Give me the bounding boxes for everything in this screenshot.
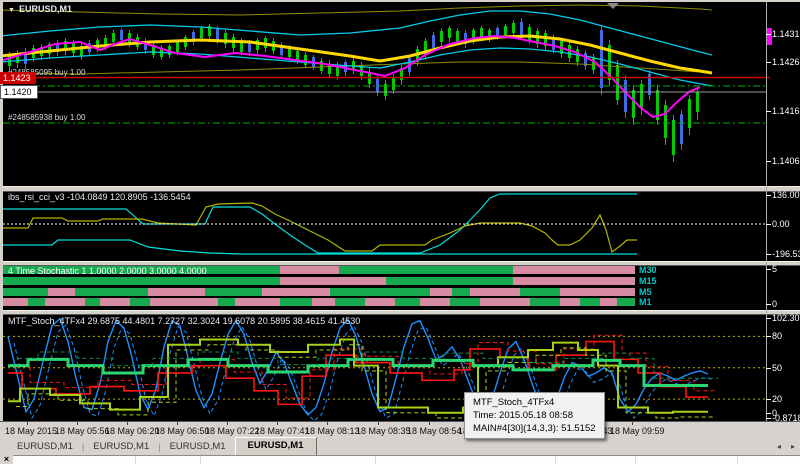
tab-scroll-left-button[interactable]: ◂ [777, 442, 781, 451]
timeframe-row-label: M5 [639, 287, 652, 297]
price-axis-label: 1.1426 [772, 57, 800, 67]
axis-tick [766, 318, 771, 319]
pane-separator[interactable] [0, 310, 800, 315]
price-label-red: 1.1423 [0, 72, 36, 84]
axis-tick [766, 304, 771, 305]
mt4-chart-window: ▼ EURUSD,M1 #248585095 buy 1.00 #24858593… [0, 0, 800, 464]
time-axis-tick [177, 422, 178, 425]
indicator-axis-label: 20 [772, 394, 783, 404]
axis-tick [766, 34, 771, 35]
indicator-axis-label: 50 [772, 363, 783, 373]
timeframe-row-label: M1 [639, 297, 652, 307]
time-axis-tick [77, 422, 78, 425]
chart-tab[interactable]: EURUSD,M1 [234, 437, 317, 455]
axis-tick [766, 269, 771, 270]
time-axis-tick [327, 422, 328, 425]
pane-header-mtf-stoch: MTF_Stoch_4TFx4 29.6875 44.4801 7.2727 3… [8, 316, 361, 326]
terminal-strip [0, 455, 800, 464]
symbol-dropdown-icon: ▼ [8, 7, 15, 14]
time-axis-tick [632, 422, 633, 425]
terminal-column-divider [375, 456, 376, 464]
indicator-axis-label: 0.00 [772, 219, 790, 229]
terminal-column-divider [200, 456, 201, 464]
order-label-2: #248585938 buy 1.00 [8, 113, 86, 122]
time-axis-label: 18 May 2015 [5, 426, 58, 436]
time-axis-tick [127, 422, 128, 425]
indicator-pane-mtf-stoch[interactable] [3, 313, 800, 421]
axis-tick [766, 418, 771, 419]
pane-header-ibs-rsi-cci: ibs_rsi_cci_v3 -104.0849 120.8905 -136.5… [8, 192, 191, 202]
time-axis: 18 May 2015 18 May 05:56 18 May 06:20 18 Ma… [0, 421, 800, 439]
price-axis-divider [766, 2, 767, 421]
axis-tick [766, 224, 771, 225]
time-axis-label: 18 May 08:13 [305, 426, 360, 436]
time-axis-tick [27, 422, 28, 425]
terminal-close-button[interactable]: × [0, 455, 13, 464]
axis-tick [766, 368, 771, 369]
time-axis-tick [429, 422, 430, 425]
time-axis-label: 18 May 07:22 [205, 426, 260, 436]
terminal-column-divider [555, 456, 556, 464]
chart-tab[interactable]: EURUSD,M1 [8, 439, 82, 455]
terminal-column-divider [635, 456, 636, 464]
axis-tick [766, 336, 771, 337]
time-axis-label: 18 May 05:56 [55, 426, 110, 436]
axis-tick [766, 195, 771, 196]
symbol-title: EURUSD,M1 [18, 4, 72, 14]
timeframe-row-label: M30 [639, 265, 657, 275]
terminal-column-divider [135, 456, 136, 464]
time-axis-label: 18 May 08:54 [407, 426, 462, 436]
bid-price-label: 1.1420 [0, 85, 38, 99]
tooltip-time: Time: 2015.05.18 08:58 [473, 410, 573, 421]
time-axis-label: 18 May 09:59 [610, 426, 665, 436]
tooltip-value: MAIN#4[30](14,3,3): 51.5152 [473, 423, 596, 434]
price-axis-label: 1.1416 [772, 106, 800, 116]
indicator-axis-label: 136.005 [772, 190, 800, 200]
time-axis-label: 18 May 08:35 [356, 426, 411, 436]
chart-tab-bar: EURUSD,M1 | EURUSD,M1 | EURUSD,M1 EURUSD,M1 [0, 437, 800, 455]
indicator-axis-label: 80 [772, 331, 783, 341]
axis-tick [766, 62, 771, 63]
main-chart-pane[interactable] [3, 2, 800, 186]
time-axis-tick [378, 422, 379, 425]
axis-tick [766, 254, 771, 255]
price-axis-label: 1.1431 [772, 29, 800, 39]
indicator-axis-label: 0 [772, 299, 778, 309]
time-axis-tick [227, 422, 228, 425]
chart-tab[interactable]: EURUSD,M1 [84, 439, 158, 455]
chart-shift-marker-icon[interactable] [607, 3, 619, 9]
time-axis-tick [277, 422, 278, 425]
tooltip-title: MTF_Stoch_4TFx4 [473, 397, 555, 408]
pane-header-4time-stochastic: 4 Time Stochastic 1 1.0000 2.0000 3.0000… [8, 266, 207, 276]
indicator-axis-label: -196.531 [772, 249, 800, 259]
data-tooltip: MTF_Stoch_4TFx4 Time: 2015.05.18 08:58 M… [464, 392, 605, 439]
axis-tick [766, 413, 771, 414]
terminal-column-divider [737, 456, 738, 464]
axis-tick [766, 399, 771, 400]
window-left-border [0, 0, 3, 455]
time-axis-label: 18 May 07:41 [255, 426, 310, 436]
timeframe-row-label: M15 [639, 276, 657, 286]
price-axis-label: 1.1406 [772, 156, 800, 166]
axis-tick [766, 161, 771, 162]
window-top-border [0, 0, 800, 2]
axis-tick [766, 111, 771, 112]
symbol-header: ▼ EURUSD,M1 [8, 4, 72, 16]
indicator-axis-label: 102.307 [772, 313, 800, 323]
time-axis-label: 18 May 06:50 [155, 426, 210, 436]
chart-tab[interactable]: EURUSD,M1 [161, 439, 235, 455]
indicator-axis-label: 5 [772, 264, 778, 274]
time-axis-label: 18 May 06:20 [105, 426, 160, 436]
tab-scroll-right-button[interactable]: ▸ [791, 442, 795, 451]
